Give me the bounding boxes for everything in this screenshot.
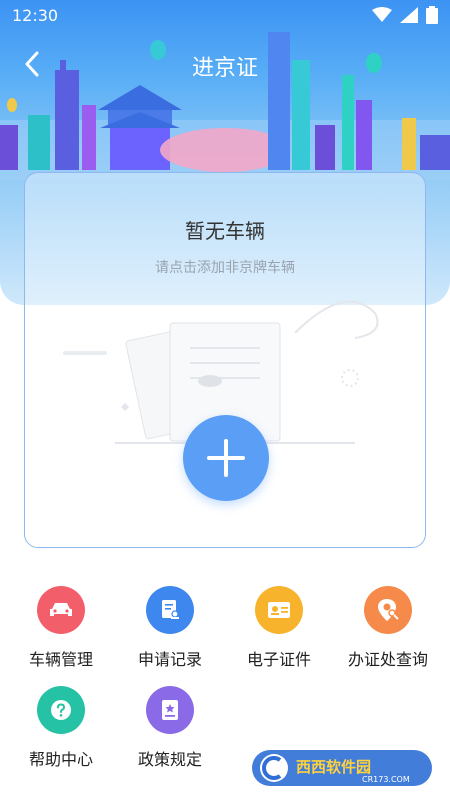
svg-text:西西软件园: 西西软件园 — [296, 758, 371, 776]
status-icons — [372, 6, 438, 24]
id-card-icon — [255, 586, 303, 634]
empty-state-hint: 请点击添加非京牌车辆 — [155, 260, 295, 276]
car-icon — [37, 586, 85, 634]
menu-office-lookup[interactable]: 办证处查询 — [338, 586, 438, 670]
menu-label: 电子证件 — [246, 650, 311, 669]
menu-help-center[interactable]: 帮助中心 — [11, 686, 111, 770]
policy-book-icon — [146, 686, 194, 734]
page-title: 进京证 — [191, 56, 258, 81]
cr173-watermark-logo: 西西软件园 CR173.COM — [252, 750, 432, 786]
status-time: 12:30 — [12, 6, 59, 25]
status-bar: 12:30 — [0, 0, 450, 32]
menu-label: 车辆管理 — [28, 650, 93, 669]
document-stamp-icon — [146, 586, 194, 634]
menu-policy-regulations[interactable]: 政策规定 — [120, 686, 220, 770]
add-vehicle-button[interactable] — [183, 415, 269, 501]
empty-state-title: 暂无车辆 — [185, 219, 265, 243]
menu-label: 办证处查询 — [347, 650, 428, 669]
question-icon — [37, 686, 85, 734]
menu-label: 帮助中心 — [28, 750, 93, 769]
plus-icon — [207, 439, 245, 477]
wifi-icon — [372, 7, 392, 22]
menu-label: 政策规定 — [137, 750, 202, 769]
location-search-icon — [364, 586, 412, 634]
battery-icon — [426, 6, 438, 24]
menu-application-records[interactable]: 申请记录 — [120, 586, 220, 670]
signal-icon — [400, 7, 418, 23]
title-bar: 进京证 — [0, 40, 450, 90]
vehicle-card: 暂无车辆 请点击添加非京牌车辆 — [24, 172, 426, 548]
svg-text:CR173.COM: CR173.COM — [362, 775, 410, 784]
menu-label: 申请记录 — [137, 650, 202, 669]
menu-vehicle-management[interactable]: 车辆管理 — [11, 586, 111, 670]
menu-electronic-certificate[interactable]: 电子证件 — [229, 586, 329, 670]
